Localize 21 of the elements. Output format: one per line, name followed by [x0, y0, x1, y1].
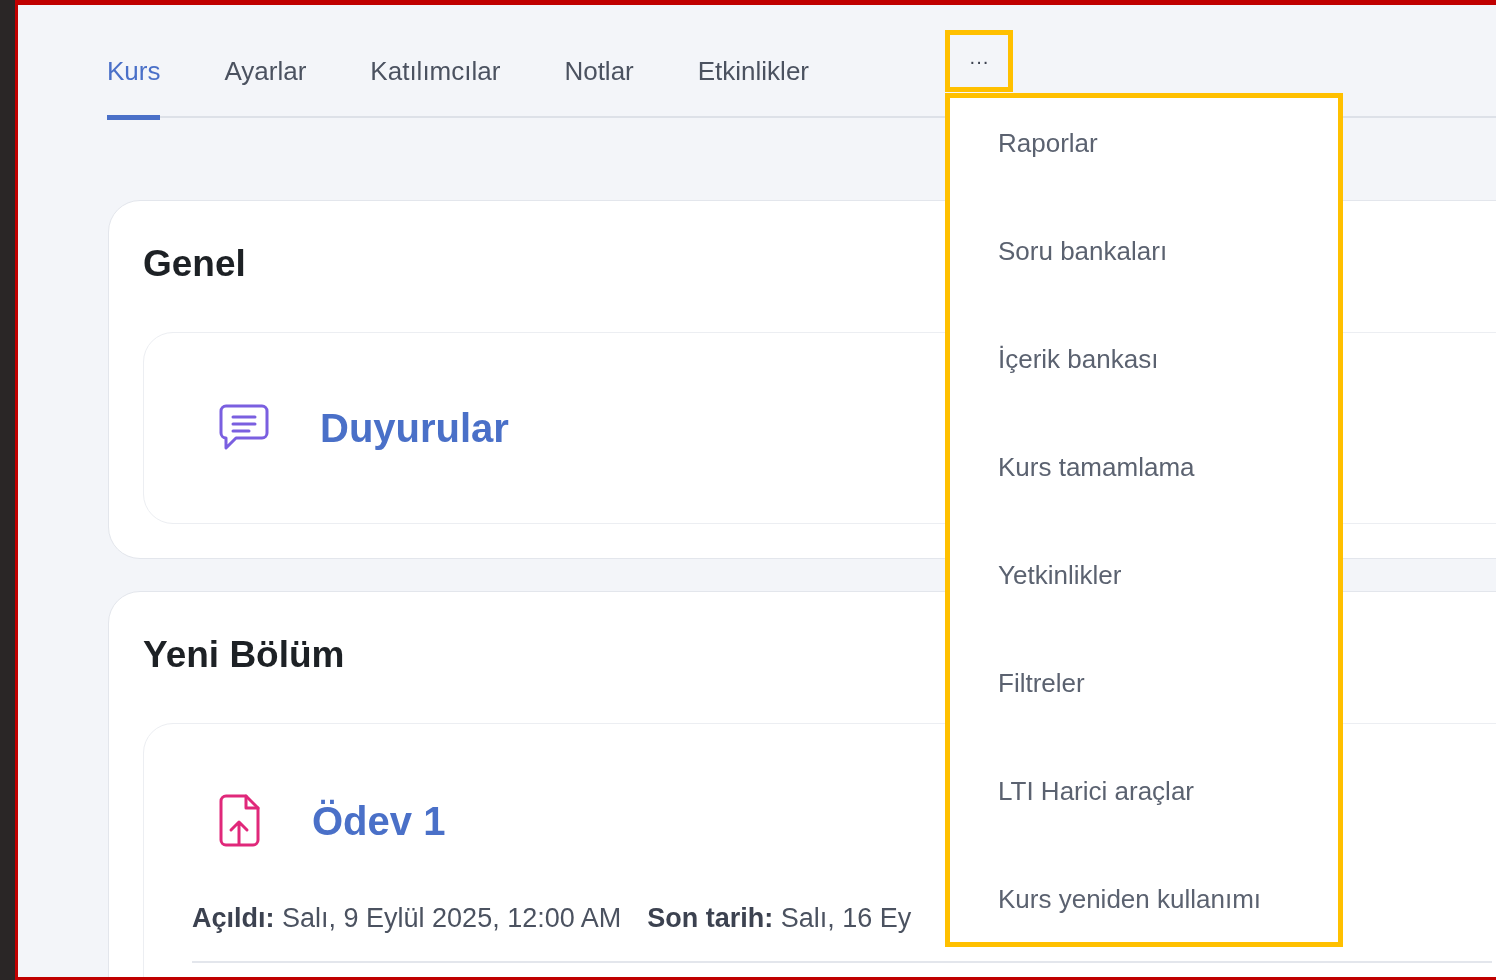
tab[interactable]: Kurs — [107, 45, 161, 120]
menu-item[interactable]: Kurs tamamlama — [950, 440, 1338, 548]
section-title: Yeni Bölüm — [143, 636, 345, 673]
menu-item[interactable]: LTI Harici araçlar — [950, 764, 1338, 872]
tab[interactable]: Katılımcılar — [370, 45, 501, 120]
more-button[interactable]: ··· — [945, 30, 1013, 92]
activity-link[interactable]: Ödev 1 — [312, 801, 446, 841]
file-upload-icon — [218, 794, 262, 848]
tab[interactable]: Ayarlar — [224, 45, 307, 120]
menu-item[interactable]: Filtreler — [950, 656, 1338, 764]
menu-item[interactable]: Yetkinlikler — [950, 548, 1338, 656]
tab[interactable]: Etkinlikler — [697, 45, 809, 120]
menu-item[interactable]: Soru bankaları — [950, 224, 1338, 332]
activity-link[interactable]: Duyurular — [320, 408, 509, 448]
date-text: Açıldı: Salı, 9 Eylül 2025, 12:00 AM — [192, 902, 622, 935]
date-text: Son tarih: Salı, 16 Ey — [647, 902, 912, 935]
tab[interactable]: Notlar — [564, 45, 634, 120]
section-title: Genel — [143, 245, 246, 282]
menu-item[interactable]: İçerik bankası — [950, 332, 1338, 440]
menu-item[interactable]: Raporlar — [950, 116, 1338, 224]
menu-item[interactable]: Kurs yeniden kullanımı — [950, 872, 1338, 936]
